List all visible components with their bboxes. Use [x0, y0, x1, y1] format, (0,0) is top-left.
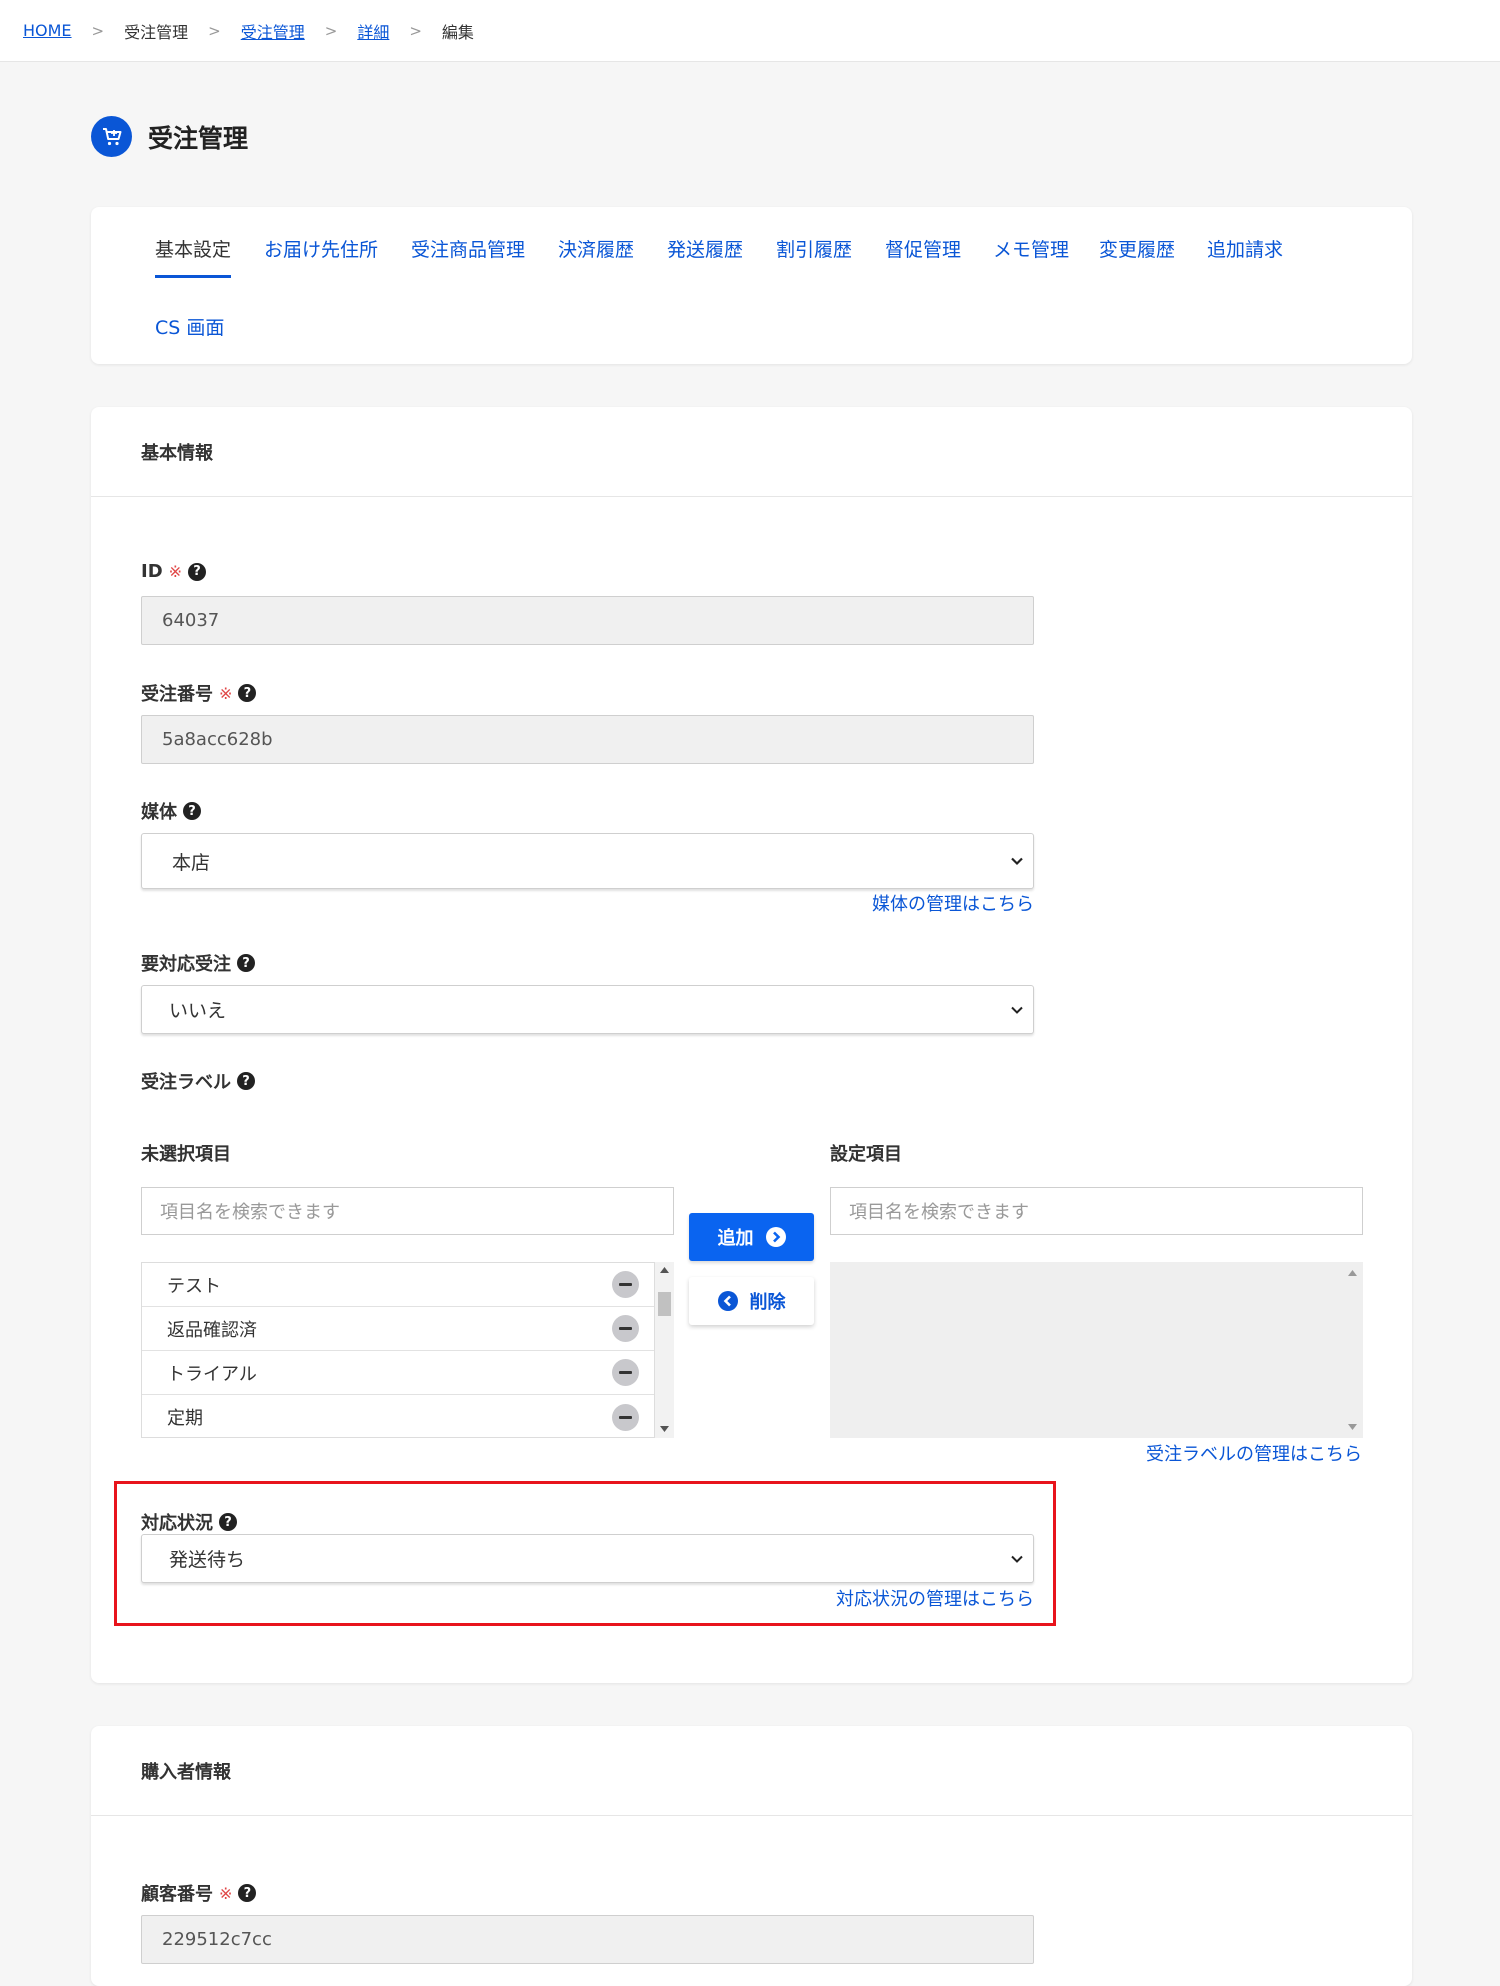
- help-icon[interactable]: ?: [238, 1884, 257, 1902]
- list-item-label: トライアル: [167, 1363, 257, 1385]
- status-select[interactable]: 発送待ち: [141, 1534, 1034, 1583]
- tabs-card: 基本設定 お届け先住所 受注商品管理 決済履歴 発送履歴 割引履歴 督促管理 メ…: [91, 207, 1412, 364]
- scroll-up-arrow-icon[interactable]: [660, 1267, 669, 1273]
- breadcrumb-separator: >: [208, 21, 221, 40]
- required-mark: ※: [219, 1883, 233, 1903]
- media-label-row: 媒体 ?: [141, 798, 201, 824]
- tab-cs-screen[interactable]: CS 画面: [155, 313, 224, 340]
- section-header-buyer-info: 購入者情報: [91, 1726, 1412, 1816]
- breadcrumb-separator: >: [324, 21, 338, 40]
- scroll-down-arrow-icon[interactable]: [1348, 1424, 1357, 1430]
- order-number-label-row: 受注番号 ※ ?: [141, 680, 257, 706]
- required-mark: ※: [168, 562, 183, 581]
- tab-delivery-address[interactable]: お届け先住所: [264, 235, 378, 262]
- needs-attention-select-value: いいえ: [169, 1000, 227, 1022]
- tab-shipping-history[interactable]: 発送履歴: [667, 235, 743, 262]
- list-item[interactable]: テスト: [142, 1263, 654, 1307]
- selected-items-title: 設定項目: [830, 1144, 902, 1165]
- status-manage-link[interactable]: 対応状況の管理はこちら: [836, 1585, 1034, 1611]
- help-icon[interactable]: ?: [237, 1072, 255, 1090]
- section-header-basic-info: 基本情報: [91, 407, 1412, 497]
- chevron-down-icon: [1011, 857, 1023, 866]
- scroll-down-arrow-icon[interactable]: [660, 1426, 669, 1432]
- order-label-label: 受注ラベル: [141, 1072, 231, 1093]
- media-select[interactable]: 本店: [141, 833, 1034, 889]
- order-label-label-row: 受注ラベル ?: [141, 1068, 255, 1094]
- list-item[interactable]: 返品確認済: [142, 1307, 654, 1351]
- chevron-down-icon: [1011, 1555, 1023, 1563]
- breadcrumb-separator: >: [91, 21, 105, 40]
- tab-change-history[interactable]: 変更履歴: [1099, 235, 1175, 262]
- delete-label-button[interactable]: 削除: [689, 1277, 814, 1325]
- media-label: 媒体: [141, 802, 177, 823]
- breadcrumb-separator: >: [409, 21, 422, 40]
- page-title-block: 受注管理: [91, 116, 248, 157]
- unselected-list-scrollbar[interactable]: [655, 1262, 674, 1438]
- unselected-items-list: テスト 返品確認済 トライアル 定期: [141, 1262, 655, 1438]
- list-item-label: 定期: [167, 1408, 203, 1429]
- id-label-row: ID ※ ?: [141, 561, 207, 582]
- help-icon[interactable]: ?: [188, 562, 207, 581]
- minus-icon[interactable]: [612, 1359, 639, 1386]
- delete-button-label: 削除: [749, 1292, 786, 1313]
- list-item-label: テスト: [167, 1275, 221, 1297]
- needs-attention-label-row: 要対応受注 ?: [141, 950, 255, 976]
- help-icon[interactable]: ?: [238, 684, 257, 702]
- buyer-info-card: 購入者情報 顧客番号 ※ ? 229512c7cc: [91, 1726, 1412, 1986]
- status-label: 対応状況: [141, 1513, 213, 1534]
- help-icon[interactable]: ?: [237, 954, 255, 972]
- minus-icon[interactable]: [612, 1403, 639, 1431]
- selected-search-input[interactable]: 項目名を検索できます: [830, 1187, 1363, 1235]
- list-item-label: 返品確認済: [167, 1319, 257, 1341]
- list-item[interactable]: 定期: [142, 1395, 654, 1437]
- breadcrumb-order-management-link[interactable]: 受注管理: [241, 19, 305, 43]
- breadcrumb-home-link[interactable]: HOME: [23, 21, 72, 40]
- page-title: 受注管理: [148, 123, 249, 153]
- media-select-value: 本店: [172, 851, 211, 874]
- needs-attention-label: 要対応受注: [141, 954, 231, 975]
- media-manage-link[interactable]: 媒体の管理はこちら: [872, 890, 1034, 916]
- tab-basic-settings[interactable]: 基本設定: [155, 235, 232, 278]
- minus-icon[interactable]: [612, 1271, 639, 1298]
- unselected-items-title: 未選択項目: [141, 1144, 231, 1165]
- unselected-search-input[interactable]: 項目名を検索できます: [141, 1187, 674, 1235]
- list-item[interactable]: トライアル: [142, 1351, 654, 1395]
- help-icon[interactable]: ?: [219, 1513, 237, 1531]
- id-label: ID: [141, 561, 163, 582]
- cart-icon: [91, 116, 132, 157]
- add-label-button[interactable]: 追加: [689, 1213, 814, 1261]
- help-icon[interactable]: ?: [183, 802, 201, 820]
- tab-dunning[interactable]: 督促管理: [885, 235, 961, 262]
- breadcrumb-edit: 編集: [441, 22, 474, 42]
- scroll-thumb[interactable]: [658, 1292, 671, 1316]
- tab-discount-history[interactable]: 割引履歴: [776, 235, 852, 262]
- basic-info-card: 基本情報 ID ※ ? 64037 受注番号 ※ ? 5a8acc628b 媒体…: [91, 407, 1412, 1683]
- status-label-row: 対応状況 ?: [141, 1509, 237, 1535]
- selected-items-list: [830, 1262, 1363, 1438]
- customer-number-label: 顧客番号: [141, 1884, 213, 1905]
- chevron-down-icon: [1011, 1006, 1023, 1014]
- breadcrumb: HOME > 受注管理 > 受注管理 > 詳細 > 編集: [0, 0, 1500, 62]
- breadcrumb-order-management: 受注管理: [124, 22, 189, 42]
- breadcrumb-detail-link[interactable]: 詳細: [357, 19, 389, 43]
- add-button-label: 追加: [717, 1228, 754, 1249]
- tab-memo[interactable]: メモ管理: [993, 235, 1069, 262]
- tab-order-items[interactable]: 受注商品管理: [411, 235, 525, 262]
- order-number-label: 受注番号: [141, 684, 213, 705]
- tab-additional-billing[interactable]: 追加請求: [1207, 235, 1283, 262]
- customer-number-field: 229512c7cc: [141, 1915, 1034, 1964]
- id-field: 64037: [141, 596, 1034, 645]
- customer-number-label-row: 顧客番号 ※ ?: [141, 1880, 257, 1906]
- scroll-up-arrow-icon[interactable]: [1348, 1270, 1357, 1276]
- chevron-right-circle-icon: [765, 1227, 786, 1247]
- minus-icon[interactable]: [612, 1315, 639, 1342]
- chevron-left-circle-icon: [717, 1291, 738, 1311]
- status-select-value: 発送待ち: [169, 1549, 246, 1571]
- needs-attention-select[interactable]: いいえ: [141, 985, 1034, 1034]
- required-mark: ※: [219, 683, 233, 703]
- order-number-field: 5a8acc628b: [141, 715, 1034, 764]
- tab-payment-history[interactable]: 決済履歴: [558, 235, 634, 262]
- order-label-manage-link[interactable]: 受注ラベルの管理はこちら: [1146, 1440, 1362, 1466]
